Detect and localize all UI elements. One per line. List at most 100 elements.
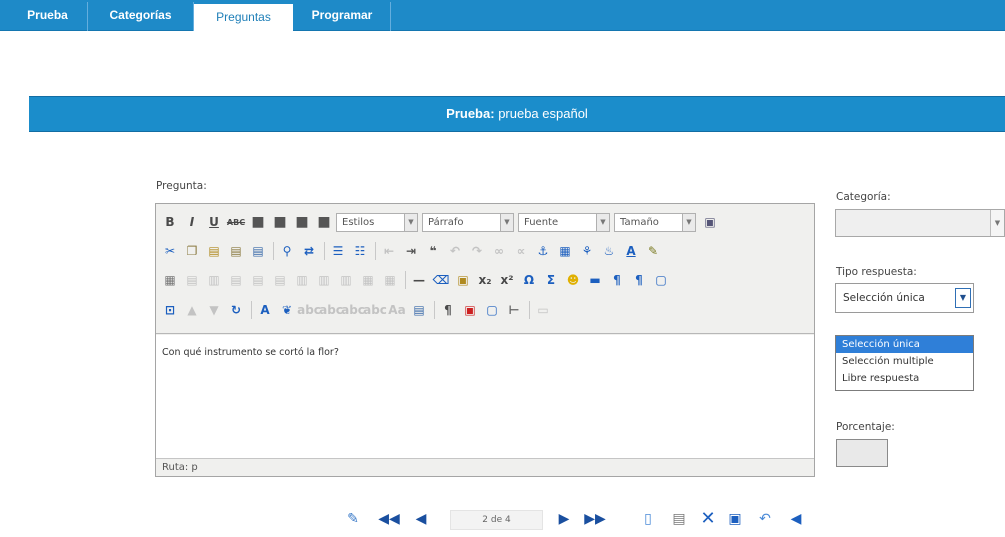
find-icon[interactable]: ⚲ bbox=[277, 241, 297, 261]
non-breaking-icon[interactable]: ▣ bbox=[460, 300, 480, 320]
ins-icon[interactable]: abc bbox=[363, 300, 387, 320]
new-document-icon[interactable]: ▯ bbox=[637, 508, 659, 530]
merge-cells-icon[interactable]: ▦ bbox=[380, 270, 400, 290]
redo-icon[interactable]: ↷ bbox=[467, 241, 487, 261]
editor-content-area[interactable]: Con qué instrumento se cortó la flor? bbox=[156, 335, 814, 459]
image-insert-icon[interactable]: ▦ bbox=[555, 241, 575, 261]
image-icon[interactable]: ▣ bbox=[700, 212, 720, 232]
copy-icon[interactable]: ❐ bbox=[182, 241, 202, 261]
size-select[interactable]: Tamaño ▼ bbox=[614, 212, 696, 232]
paste-word-icon[interactable]: ▤ bbox=[248, 241, 268, 261]
last-page-icon[interactable]: ▶▶ bbox=[584, 508, 606, 530]
table-icon[interactable]: ▦ bbox=[160, 270, 180, 290]
row-after-icon[interactable]: ▤ bbox=[248, 270, 268, 290]
paste-icon[interactable]: ▤ bbox=[204, 241, 224, 261]
visual-chars-icon[interactable]: ¶ bbox=[438, 300, 458, 320]
template-icon[interactable]: ▤ bbox=[409, 300, 429, 320]
emoticon-icon[interactable]: ☻ bbox=[563, 270, 583, 290]
format-select[interactable]: Párrafo ▼ bbox=[422, 212, 514, 232]
align-center-icon[interactable]: ■ bbox=[270, 212, 290, 232]
blockquote-icon[interactable]: ❝ bbox=[423, 241, 443, 261]
paste-text-icon[interactable]: ▤ bbox=[226, 241, 246, 261]
anchor-icon[interactable]: ⚓ bbox=[533, 241, 553, 261]
cut-icon[interactable]: ✂ bbox=[160, 241, 180, 261]
acronym-icon[interactable]: abc bbox=[319, 300, 343, 320]
unlink-icon[interactable]: ∝ bbox=[511, 241, 531, 261]
visual-aid-icon[interactable]: ▣ bbox=[453, 270, 473, 290]
math-icon[interactable]: Σ bbox=[541, 270, 561, 290]
toolbar-separator bbox=[273, 242, 274, 260]
previous-page-icon[interactable]: ◀ bbox=[410, 508, 432, 530]
split-cells-icon[interactable]: ▦ bbox=[358, 270, 378, 290]
category-select[interactable]: ▼ bbox=[835, 209, 1005, 237]
styles-select[interactable]: Estilos ▼ bbox=[336, 212, 418, 232]
save-icon[interactable]: ▣ bbox=[724, 508, 746, 530]
horizontal-rule-icon[interactable]: — bbox=[409, 270, 429, 290]
attribs-icon[interactable]: Aa bbox=[387, 300, 407, 320]
background-color-icon[interactable]: ✎ bbox=[643, 241, 663, 261]
undo-icon[interactable]: ↶ bbox=[445, 241, 465, 261]
blockquote-block-icon[interactable]: ▢ bbox=[482, 300, 502, 320]
answer-type-select[interactable]: Selección única ▼ bbox=[835, 283, 974, 313]
cell-props-icon[interactable]: ▥ bbox=[204, 270, 224, 290]
remove-format-icon[interactable]: ⌫ bbox=[431, 270, 451, 290]
percentage-input[interactable] bbox=[836, 439, 888, 467]
del-icon[interactable]: abc bbox=[341, 300, 365, 320]
tab-categorias[interactable]: Categorías bbox=[88, 2, 194, 31]
delete-icon[interactable]: ✕ bbox=[697, 508, 719, 530]
insert-layer-icon[interactable]: ⊡ bbox=[160, 300, 180, 320]
tab-prueba[interactable]: Prueba bbox=[8, 2, 88, 31]
fullscreen-icon[interactable]: ▢ bbox=[651, 270, 671, 290]
italic-button[interactable]: I bbox=[182, 212, 202, 232]
font-select[interactable]: Fuente ▼ bbox=[518, 212, 610, 232]
move-forward-icon[interactable]: ▲ bbox=[182, 300, 202, 320]
text-color-icon[interactable]: A bbox=[621, 241, 641, 261]
strikethrough-button[interactable]: ABC bbox=[226, 212, 246, 232]
bullet-list-icon[interactable]: ☰ bbox=[328, 241, 348, 261]
styleprops-icon[interactable]: A bbox=[255, 300, 275, 320]
ltr-icon[interactable]: ¶ bbox=[607, 270, 627, 290]
numbered-list-icon[interactable]: ☷ bbox=[350, 241, 370, 261]
media-icon[interactable]: ▬ bbox=[585, 270, 605, 290]
replace-icon[interactable]: ⇄ bbox=[299, 241, 319, 261]
option-libre-respuesta[interactable]: Libre respuesta bbox=[836, 370, 973, 387]
col-after-icon[interactable]: ▥ bbox=[314, 270, 334, 290]
subscript-icon[interactable]: x₂ bbox=[475, 270, 495, 290]
html-source-icon[interactable]: ♨ bbox=[599, 241, 619, 261]
option-seleccion-multiple[interactable]: Selección multiple bbox=[836, 353, 973, 370]
absolute-icon[interactable]: ↻ bbox=[226, 300, 246, 320]
edit-document-icon[interactable]: ▤ bbox=[668, 508, 690, 530]
cite-icon[interactable]: ❦ bbox=[277, 300, 297, 320]
abbr-icon[interactable]: abc bbox=[297, 300, 321, 320]
underline-button[interactable]: U bbox=[204, 212, 224, 232]
rtl-icon[interactable]: ¶ bbox=[629, 270, 649, 290]
link-icon[interactable]: ∞ bbox=[489, 241, 509, 261]
align-right-icon[interactable]: ■ bbox=[292, 212, 312, 232]
superscript-icon[interactable]: x² bbox=[497, 270, 517, 290]
question-label: Pregunta: bbox=[156, 180, 207, 192]
tab-programar[interactable]: Programar bbox=[294, 2, 391, 31]
indent-icon[interactable]: ⇥ bbox=[401, 241, 421, 261]
bold-button[interactable]: B bbox=[160, 212, 180, 232]
align-left-icon[interactable]: ■ bbox=[248, 212, 268, 232]
align-justify-icon[interactable]: ■ bbox=[314, 212, 334, 232]
exit-icon[interactable]: ◀ bbox=[785, 508, 807, 530]
first-page-icon[interactable]: ◀◀ bbox=[378, 508, 400, 530]
col-before-icon[interactable]: ▥ bbox=[292, 270, 312, 290]
option-seleccion-unica[interactable]: Selección única bbox=[836, 336, 973, 353]
toolbar-separator bbox=[529, 301, 530, 319]
row-before-icon[interactable]: ▤ bbox=[226, 270, 246, 290]
next-page-icon[interactable]: ▶ bbox=[553, 508, 575, 530]
delete-row-icon[interactable]: ▤ bbox=[270, 270, 290, 290]
delete-col-icon[interactable]: ▥ bbox=[336, 270, 356, 290]
print-icon[interactable]: ✎ bbox=[342, 508, 364, 530]
special-char-icon[interactable]: Ω bbox=[519, 270, 539, 290]
outdent-icon[interactable]: ⇤ bbox=[379, 241, 399, 261]
row-props-icon[interactable]: ▤ bbox=[182, 270, 202, 290]
move-backward-icon[interactable]: ▼ bbox=[204, 300, 224, 320]
insert-date-icon[interactable]: ▭ bbox=[533, 300, 553, 320]
tab-preguntas[interactable]: Preguntas bbox=[194, 4, 293, 31]
page-break-icon[interactable]: ⊢ bbox=[504, 300, 524, 320]
undo-changes-icon[interactable]: ↶ bbox=[754, 508, 776, 530]
cleanup-icon[interactable]: ⚘ bbox=[577, 241, 597, 261]
